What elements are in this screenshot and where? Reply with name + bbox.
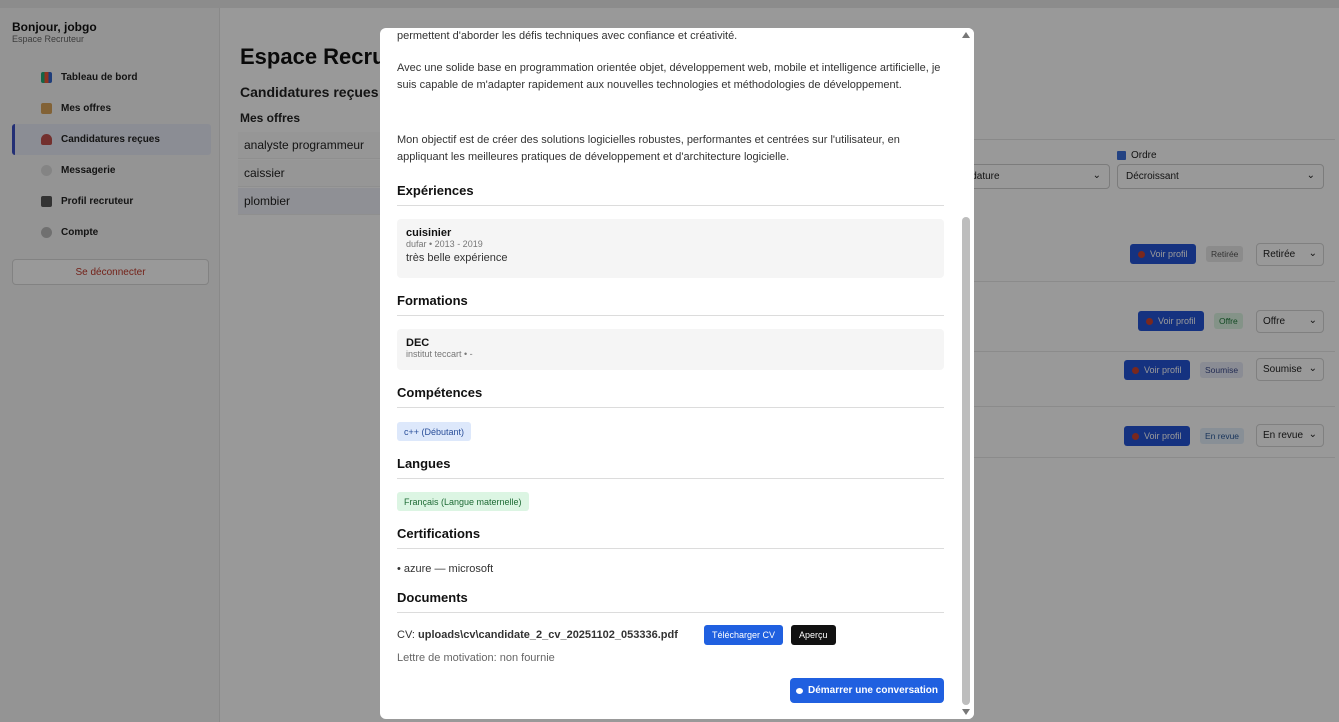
download-cv-button[interactable]: Télécharger CV	[704, 625, 784, 645]
candidate-profile-modal: permettent d'aborder les défis technique…	[380, 28, 974, 719]
button-label: Démarrer une conversation	[807, 685, 939, 696]
experience-title: cuisinier	[406, 227, 452, 239]
cv-filename: uploads\cv\candidate_2_cv_20251102_05333…	[418, 629, 678, 641]
certification-item: • azure — microsoft	[397, 563, 494, 575]
profile-paragraph: Mon objectif est de créer des solutions …	[397, 134, 900, 163]
formation-title: DEC	[406, 337, 430, 349]
modal-scrollbar[interactable]	[958, 28, 974, 719]
formations-title: Formations	[397, 293, 944, 316]
formation-card: DEC institut teccart • -	[397, 329, 944, 370]
preview-cv-button[interactable]: Aperçu	[791, 625, 836, 645]
certifications-title: Certifications	[397, 526, 944, 549]
competences-title: Compétences	[397, 385, 944, 408]
intro-text: permettent d'aborder les défis technique…	[397, 30, 738, 42]
experience-desc: très belle expérience	[406, 252, 508, 264]
chat-icon	[795, 687, 803, 694]
cv-line: CV: uploads\cv\candidate_2_cv_20251102_0…	[397, 627, 707, 644]
skill-chip: c++ (Débutant)	[397, 422, 472, 441]
experience-card: cuisinier dufar • 2013 - 2019 très belle…	[397, 219, 944, 278]
start-conversation-button[interactable]: Démarrer une conversation	[790, 678, 944, 703]
cv-label: CV:	[397, 629, 418, 641]
experience-meta: dufar • 2013 - 2019	[406, 239, 483, 249]
langues-title: Langues	[397, 456, 944, 479]
profile-paragraph: Avec une solide base en programmation or…	[397, 62, 941, 91]
motivation-letter-status: Lettre de motivation: non fournie	[397, 652, 555, 664]
scroll-down-arrow-icon[interactable]	[962, 709, 970, 715]
formation-meta: institut teccart • -	[406, 349, 473, 359]
scrollbar-thumb[interactable]	[962, 217, 970, 705]
scroll-up-arrow-icon[interactable]	[962, 32, 970, 38]
documents-title: Documents	[397, 590, 944, 613]
experiences-title: Expériences	[397, 183, 944, 206]
language-chip: Français (Langue maternelle)	[397, 492, 529, 511]
